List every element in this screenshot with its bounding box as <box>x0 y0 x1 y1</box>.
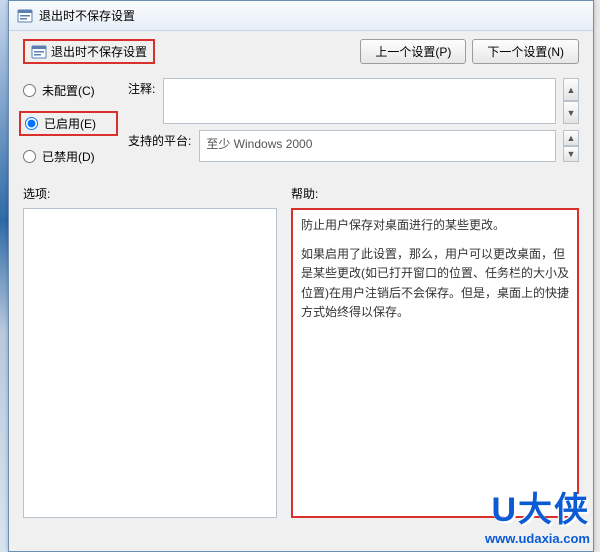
help-pane: 防止用户保存对桌面进行的某些更改。 如果启用了此设置，那么，用户可以更改桌面，但… <box>291 208 579 518</box>
radio-not-configured-input[interactable] <box>23 84 36 97</box>
radio-disabled[interactable]: 已禁用(D) <box>23 148 118 165</box>
radio-not-configured-label: 未配置(C) <box>42 82 95 99</box>
radio-not-configured[interactable]: 未配置(C) <box>23 82 118 99</box>
next-setting-button[interactable]: 下一个设置(N) <box>472 39 579 64</box>
policy-dialog-window: 退出时不保存设置 退出时不保存设置 上一个设置(P) 下一个设置(N) <box>8 0 594 552</box>
options-label: 选项: <box>23 185 291 202</box>
supported-platforms: 至少 Windows 2000 <box>199 130 556 162</box>
prev-setting-button[interactable]: 上一个设置(P) <box>360 39 466 64</box>
policy-title-text: 退出时不保存设置 <box>51 43 147 60</box>
radio-disabled-input[interactable] <box>23 150 36 163</box>
radio-disabled-label: 已禁用(D) <box>42 148 95 165</box>
policy-icon <box>17 8 33 24</box>
policy-title: 退出时不保存设置 <box>23 39 155 64</box>
help-paragraph-1: 防止用户保存对桌面进行的某些更改。 <box>301 216 569 235</box>
help-paragraph-2: 如果启用了此设置，那么，用户可以更改桌面，但是某些更改(如已打开窗口的位置、任务… <box>301 245 569 322</box>
radio-enabled-input[interactable] <box>25 117 38 130</box>
options-pane <box>23 208 277 518</box>
comment-down-button[interactable]: ▼ <box>563 101 579 124</box>
supported-down-button[interactable]: ▼ <box>563 146 579 162</box>
supported-up-button[interactable]: ▲ <box>563 130 579 146</box>
window-title: 退出时不保存设置 <box>39 7 135 24</box>
comment-up-button[interactable]: ▲ <box>563 78 579 101</box>
supported-platforms-text: 至少 Windows 2000 <box>206 135 312 152</box>
comment-textarea[interactable] <box>163 78 556 124</box>
radio-enabled-label: 已启用(E) <box>44 115 96 132</box>
comment-label: 注释: <box>128 78 155 97</box>
radio-enabled[interactable]: 已启用(E) <box>25 115 112 132</box>
titlebar[interactable]: 退出时不保存设置 <box>9 1 593 31</box>
help-label: 帮助: <box>291 185 318 202</box>
supported-label: 支持的平台: <box>128 130 191 149</box>
